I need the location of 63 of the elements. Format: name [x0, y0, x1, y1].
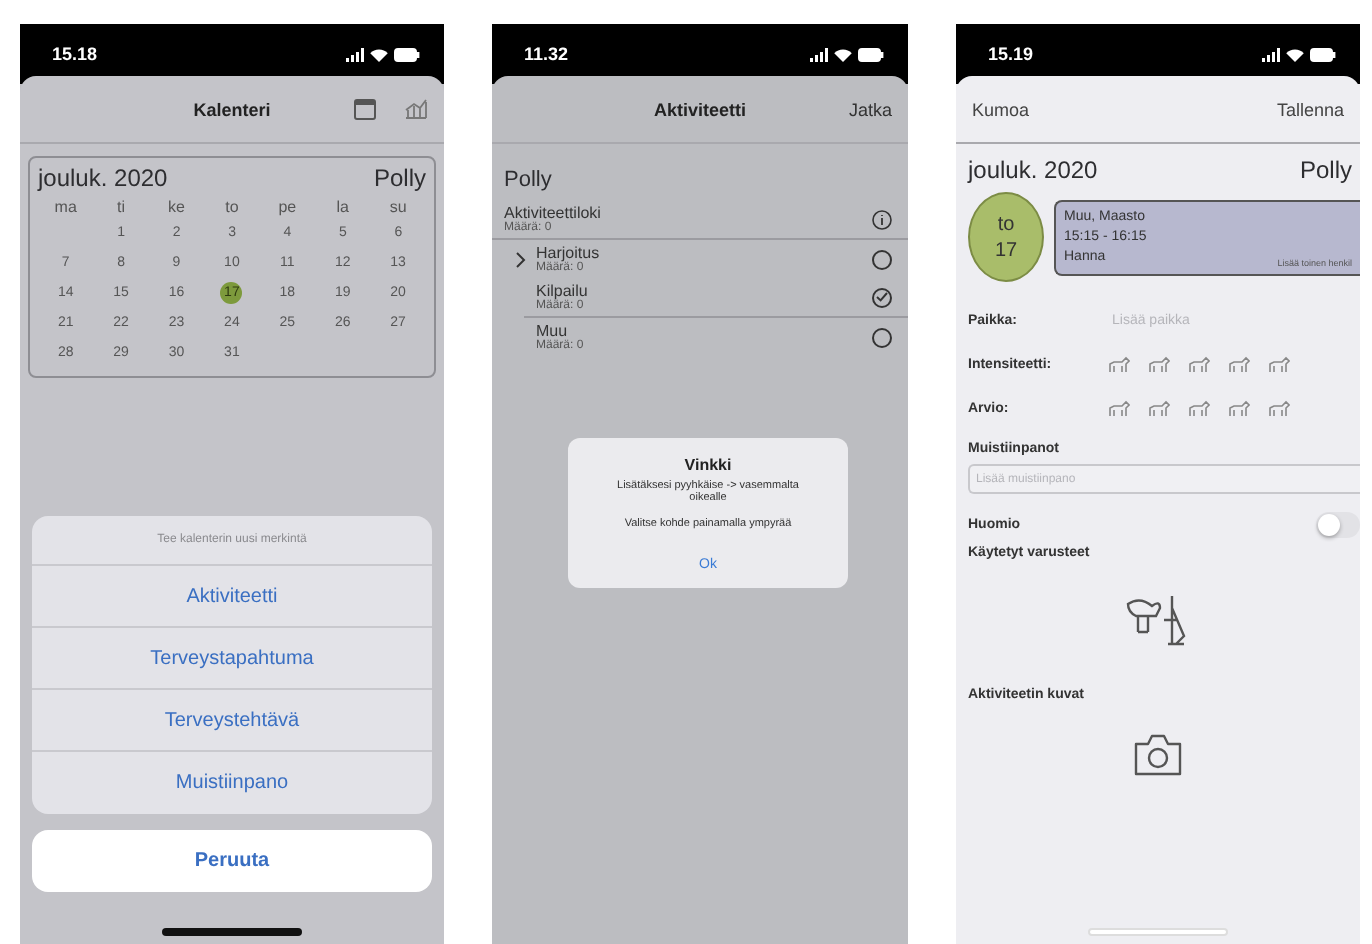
battery-icon	[394, 47, 420, 61]
nav-title: Aktiviteetti	[654, 99, 747, 119]
action-option[interactable]: Aktiviteetti	[32, 566, 432, 628]
calendar-icon[interactable]	[354, 98, 377, 120]
month-label: jouluk. 2020	[968, 156, 1098, 184]
wifi-icon	[834, 47, 852, 61]
horse-icon[interactable]	[1188, 399, 1210, 417]
weekday-label: ma	[52, 196, 79, 218]
weekday-label: la	[334, 196, 351, 218]
horse-icon[interactable]	[1228, 355, 1250, 373]
status-time: 15.18	[52, 44, 98, 64]
horse-icon[interactable]	[1188, 355, 1210, 373]
horse-icon[interactable]	[1268, 355, 1290, 373]
pet-name: Polly	[502, 166, 554, 196]
weekday-label: su	[387, 196, 409, 218]
battery-icon	[1310, 47, 1336, 61]
cancel-button[interactable]: Peruuta	[32, 830, 432, 892]
toggle-switch[interactable]	[1316, 511, 1360, 537]
nav-title: Kalenteri	[193, 99, 271, 119]
list-item-label[interactable]: Harjoitus	[536, 244, 872, 262]
rating-row[interactable]	[1108, 355, 1290, 373]
action-option[interactable]: Terveystapahtuma	[32, 628, 432, 690]
status-time: 15.19	[988, 44, 1034, 64]
signal-icon	[1262, 47, 1280, 61]
horse-icon[interactable]	[1228, 399, 1250, 417]
month-label: jouluk. 2020	[38, 164, 168, 192]
radio-button[interactable]	[872, 249, 892, 269]
list-item-label[interactable]: Muu	[536, 322, 872, 340]
list-item-label: Aktiviteettiloki	[504, 204, 603, 222]
battery-icon	[858, 47, 884, 61]
wifi-icon	[370, 47, 388, 61]
pet-name: Polly	[373, 164, 426, 192]
rating-row[interactable]	[1108, 399, 1290, 417]
info-icon[interactable]	[872, 209, 892, 229]
horse-icon[interactable]	[1268, 399, 1290, 417]
action-option[interactable]: Terveystehtävä	[32, 690, 432, 752]
save-button[interactable]: Tallenna	[1276, 99, 1344, 119]
alert-title: Vinkki	[684, 456, 732, 474]
weekday-label: ti	[115, 196, 128, 218]
horse-icon[interactable]	[1108, 399, 1130, 417]
home-indicator	[162, 928, 302, 936]
signal-icon	[810, 47, 828, 61]
action-option[interactable]: Muistiinpano	[32, 752, 432, 814]
date-label: 17	[994, 237, 1018, 263]
weekday-label: pe	[276, 196, 299, 218]
horse-icon[interactable]	[1148, 399, 1170, 417]
chart-icon[interactable]	[404, 98, 429, 120]
weekday-label: to	[997, 211, 1015, 237]
pet-name: Polly	[1299, 156, 1352, 184]
continue-button[interactable]: Jatka	[849, 99, 893, 119]
radio-button[interactable]	[872, 327, 892, 347]
camera-icon[interactable]	[1134, 734, 1182, 776]
signal-icon	[346, 47, 364, 61]
weekday-label: to	[223, 196, 241, 218]
radio-button[interactable]	[872, 287, 892, 307]
status-time: 11.32	[524, 44, 569, 64]
list-item-label[interactable]: Kilpailu	[536, 282, 872, 300]
horse-icon[interactable]	[1148, 355, 1170, 373]
chevron-icon[interactable]	[515, 251, 525, 267]
horse-icon[interactable]	[1108, 355, 1130, 373]
weekday-label: ke	[166, 196, 187, 218]
undo-button[interactable]: Kumoa	[972, 99, 1030, 119]
wifi-icon	[1286, 47, 1304, 61]
